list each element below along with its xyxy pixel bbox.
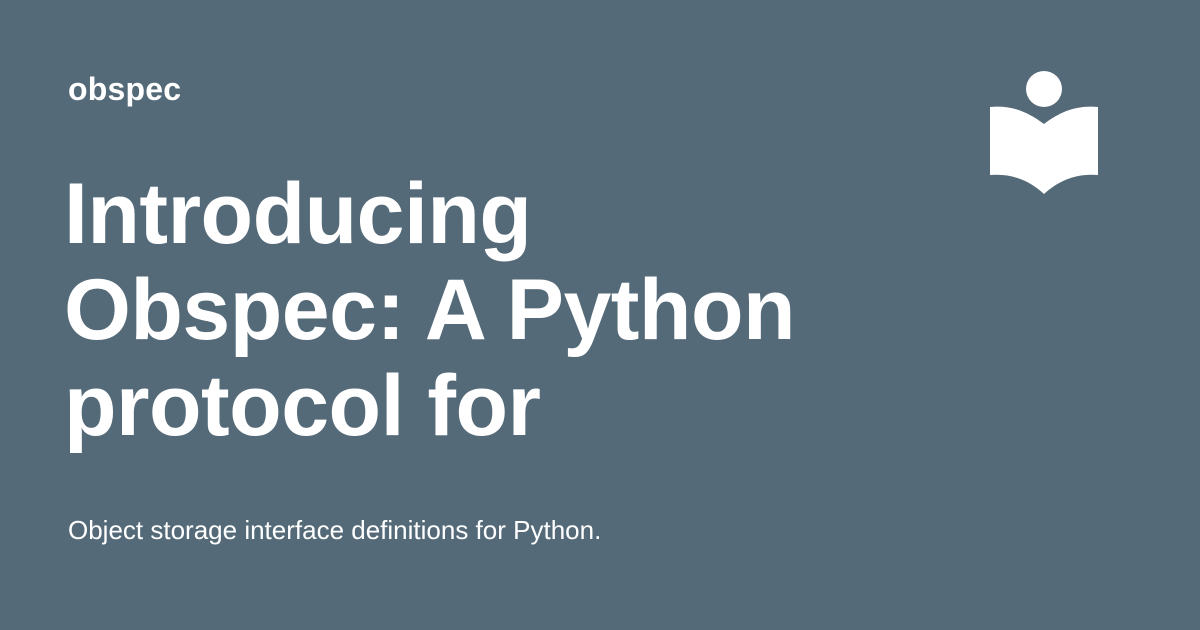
site-name: obspec — [68, 71, 182, 107]
social-preview-card: obspec Introducing Obspec: A Python prot… — [0, 0, 1200, 630]
post-title: Introducing Obspec: A Python protocol fo… — [64, 166, 796, 454]
post-description: Object storage interface definitions for… — [68, 515, 602, 545]
reader-book-icon — [988, 70, 1100, 198]
